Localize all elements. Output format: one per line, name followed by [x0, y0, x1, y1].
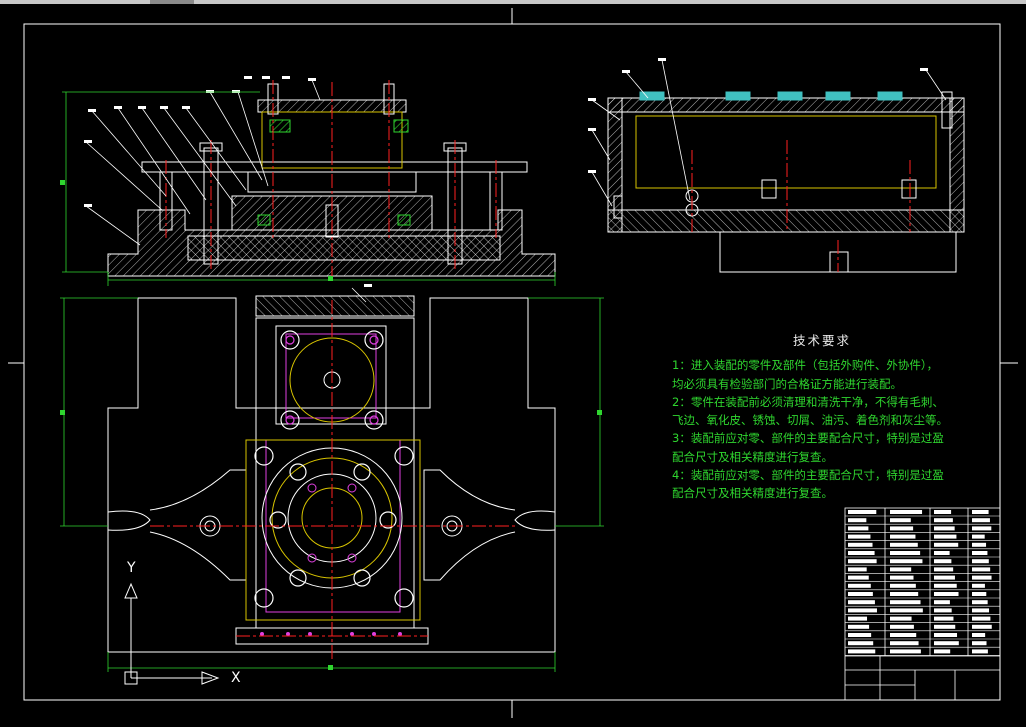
parts-list-cell-text	[934, 575, 955, 580]
parts-list-cell-text	[890, 575, 914, 580]
parts-list-cell-text	[972, 510, 989, 514]
parts-list-cell-text	[972, 583, 985, 588]
parts-list-cell-text	[890, 559, 923, 564]
technical-requirements-title: 技术要求	[792, 333, 851, 348]
parts-list-cell-text	[972, 592, 987, 596]
parts-list-cell-text	[848, 633, 872, 637]
parts-list-cell-text	[972, 600, 988, 605]
parts-list-cell-text	[934, 592, 959, 596]
parts-list-cell-text	[848, 534, 871, 539]
parts-list-cell-text	[848, 542, 873, 547]
parts-list-cell-text	[890, 526, 914, 531]
parts-list-cell-text	[848, 616, 868, 621]
parts-list-cell-text	[890, 616, 912, 621]
parts-list-cell-text	[934, 633, 958, 637]
parts-list-cell-text	[890, 624, 914, 629]
parts-list-cell-text	[934, 567, 954, 572]
top-plan-view	[60, 284, 604, 672]
parts-list-cell-text	[972, 649, 988, 654]
requirement-line: 2：零件在装配前必须清理和清洗干净，不得有毛刺、	[672, 394, 944, 409]
parts-list-cell-text	[890, 518, 911, 523]
parts-list-cell-text	[934, 551, 950, 555]
parts-list-cell-text	[848, 518, 867, 523]
parts-list-cell-text	[934, 616, 954, 621]
parts-list-cell-text	[934, 641, 959, 646]
parts-list-cell-text	[848, 583, 871, 588]
parts-list-cell-text	[848, 575, 869, 580]
parts-list-cell-text	[972, 567, 991, 572]
parts-list-cell-text	[934, 608, 952, 613]
parts-list-cell-text	[890, 583, 916, 588]
ucs-icon	[124, 582, 220, 685]
parts-list-cell-text	[848, 567, 867, 572]
parts-list-cell-text	[890, 600, 921, 605]
parts-list-cell-text	[934, 526, 955, 531]
parts-list-cell-text	[972, 624, 992, 629]
parts-list-cell-text	[890, 592, 919, 596]
parts-list-cell-text	[890, 649, 921, 654]
parts-list-cell-text	[890, 608, 923, 613]
parts-list-cell-text	[972, 534, 985, 539]
parts-list-cell-text	[848, 551, 875, 555]
parts-list-cell-text	[972, 641, 987, 646]
requirement-line: 1：进入装配的零件及部件（包括外购件、外协件），	[672, 358, 939, 373]
cad-drawing-viewport[interactable]: Y X 技术要求 1：进入装配的零件及部件（包括外购件、外协件）， 均必须具有检…	[0, 0, 1026, 727]
parts-list-cell-text	[890, 542, 918, 547]
parts-list-cell-text	[890, 567, 912, 572]
parts-list-cell-text	[972, 526, 992, 531]
parts-list-cell-text	[848, 592, 873, 596]
ucs-x-label: X	[231, 670, 241, 686]
requirement-line: 配合尺寸及相关精度进行复查。	[672, 449, 833, 464]
parts-list-cell-text	[934, 510, 952, 514]
technical-requirements: 技术要求 1：进入装配的零件及部件（包括外购件、外协件）， 均必须具有检验部门的…	[672, 332, 972, 503]
parts-list-cell-text	[972, 551, 988, 555]
requirement-line: 配合尺寸及相关精度进行复查。	[672, 486, 833, 501]
parts-list-cell-text	[848, 559, 877, 564]
requirement-line: 4：装配前应对零、部件的主要配合尺寸，特别是过盈	[672, 468, 944, 483]
parts-list-cell-text	[972, 518, 990, 523]
ucs-y-label: Y	[127, 560, 136, 576]
parts-list-cell-text	[848, 600, 875, 605]
parts-list-cell-text	[934, 559, 952, 564]
parts-list-cell-text	[934, 649, 951, 654]
parts-list-rows	[845, 510, 1000, 656]
parts-list-cell-text	[972, 575, 992, 580]
parts-list-cell-text	[848, 526, 869, 531]
requirement-line: 飞边、氧化皮、锈蚀、切屑、油污、着色剂和灰尘等。	[672, 413, 948, 428]
parts-list-cell-text	[848, 624, 870, 629]
requirement-line: 3：装配前应对零、部件的主要配合尺寸，特别是过盈	[672, 431, 944, 446]
side-section-view	[588, 58, 965, 273]
parts-list-cell-text	[934, 600, 950, 605]
requirement-line: 均必须具有检验部门的合格证方能进行装配。	[672, 376, 902, 391]
parts-list-cell-text	[890, 534, 916, 539]
parts-list-cell-text	[848, 510, 877, 514]
parts-list-cell-text	[972, 542, 987, 547]
parts-list-cell-text	[972, 616, 991, 621]
parts-list-cell-text	[934, 518, 953, 523]
parts-list-cell-text	[848, 649, 876, 654]
parts-list-cell-text	[972, 559, 989, 564]
parts-list-cell-text	[972, 608, 990, 613]
parts-list-cell-text	[934, 542, 959, 547]
parts-list-cell-text	[848, 608, 877, 613]
parts-list-cell-text	[890, 510, 923, 514]
parts-list-cell-text	[890, 551, 921, 555]
parts-list-cell-text	[972, 633, 986, 637]
parts-list-cell-text	[934, 624, 956, 629]
parts-list-cell-text	[848, 641, 874, 646]
parts-list-cell-text	[890, 633, 917, 637]
parts-list-cell-text	[934, 534, 957, 539]
parts-list-cell-text	[890, 641, 919, 646]
parts-list-cell-text	[934, 583, 957, 588]
front-section-view	[60, 76, 556, 286]
